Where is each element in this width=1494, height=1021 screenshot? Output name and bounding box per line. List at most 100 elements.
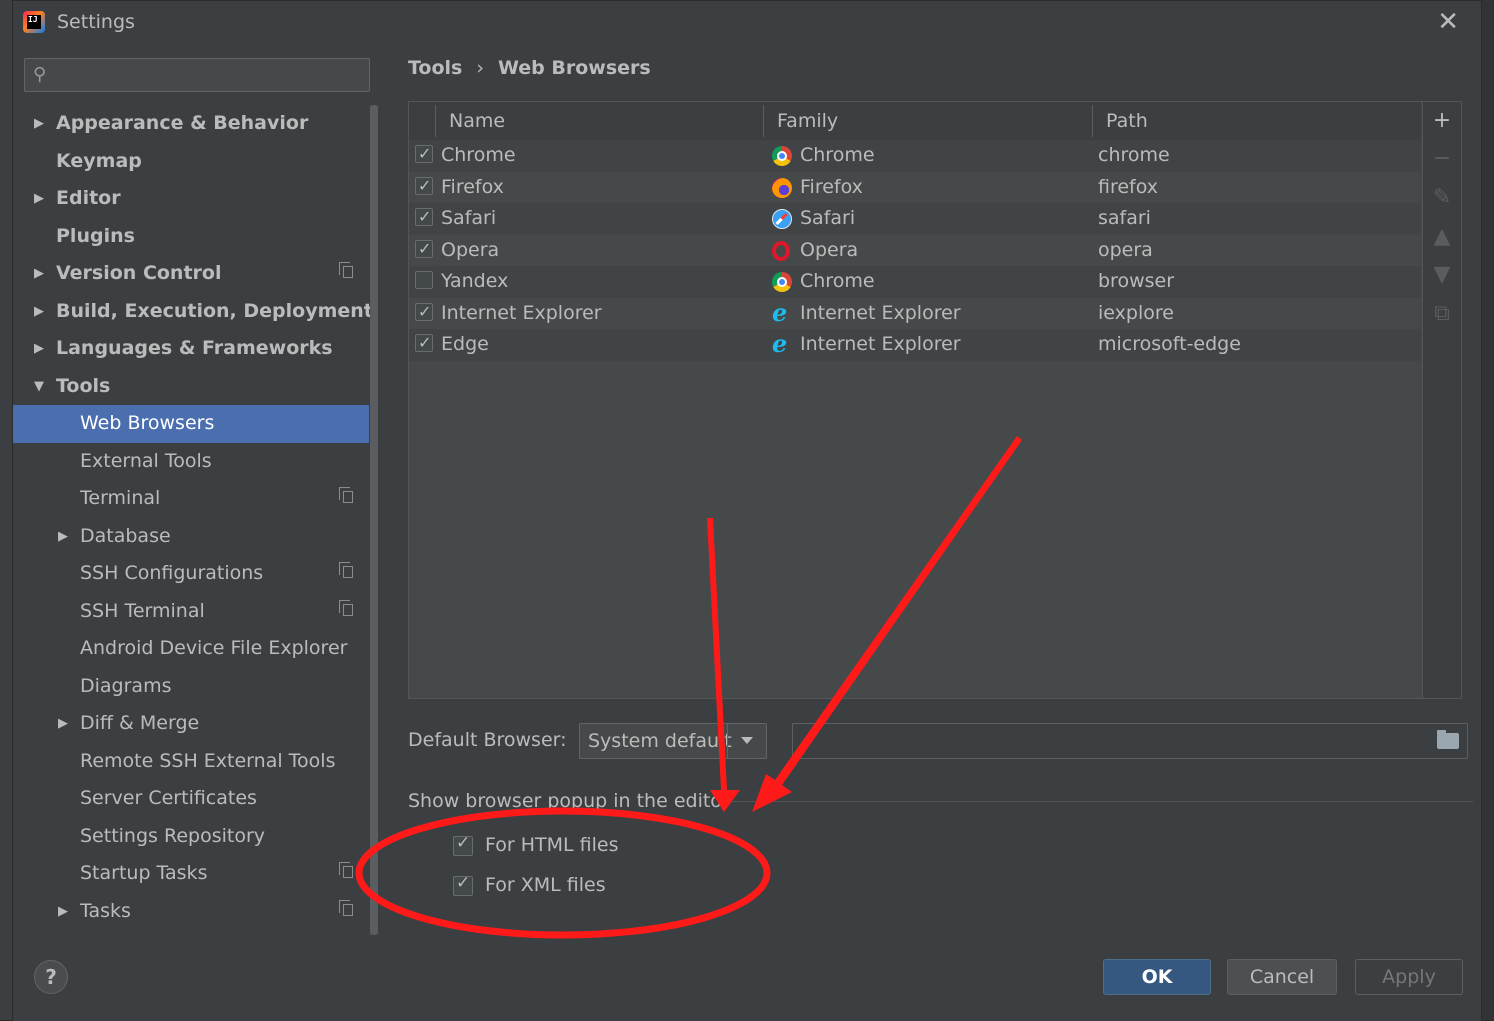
settings-search-input[interactable]: ⚲ <box>24 58 370 92</box>
browser-path-cell[interactable]: browser <box>1098 266 1174 298</box>
sidebar-item-startup-tasks[interactable]: Startup Tasks <box>13 855 369 893</box>
collapsed-arrow-icon[interactable]: ▶ <box>34 293 44 331</box>
collapsed-arrow-icon[interactable]: ▶ <box>58 518 68 556</box>
scrollbar-thumb[interactable] <box>370 105 378 935</box>
sidebar-item-languages-frameworks[interactable]: ▶ Languages & Frameworks <box>13 330 369 368</box>
sidebar-item-external-tools[interactable]: External Tools <box>13 443 369 481</box>
title-bar: IJ Settings ✕ <box>13 1 1481 43</box>
xml-files-label[interactable]: For XML files <box>485 874 606 896</box>
cancel-button[interactable]: Cancel <box>1227 959 1337 995</box>
browser-family-cell[interactable]: Chrome <box>800 266 875 298</box>
move-down-icon[interactable]: ▼ <box>1423 262 1461 287</box>
sidebar-item-web-browsers[interactable]: Web Browsers <box>13 405 369 443</box>
table-row[interactable]: Safari Safari safari <box>409 201 1421 235</box>
row-enabled-checkbox[interactable] <box>415 296 433 327</box>
edit-icon[interactable]: ✎ <box>1423 185 1461 210</box>
browser-path-cell[interactable]: firefox <box>1098 172 1158 204</box>
browser-path-cell[interactable]: chrome <box>1098 140 1170 172</box>
column-header-name[interactable]: Name <box>449 102 505 140</box>
collapsed-arrow-icon[interactable]: ▶ <box>34 330 44 368</box>
apply-button[interactable]: Apply <box>1355 959 1463 995</box>
sidebar-scrollbar[interactable] <box>370 105 378 935</box>
table-row[interactable]: Chrome Chrome chrome <box>409 138 1421 172</box>
browser-name-cell[interactable]: Opera <box>441 235 499 267</box>
intellij-logo-icon: IJ <box>23 11 45 33</box>
settings-dialog: IJ Settings ✕ ⚲ ▶ Appearance & Behavior Ke… <box>12 0 1482 1021</box>
column-divider <box>435 105 436 137</box>
row-enabled-checkbox[interactable] <box>415 170 433 201</box>
browser-path-cell[interactable]: microsoft-edge <box>1098 329 1241 361</box>
expanded-arrow-icon[interactable]: ▼ <box>34 368 44 406</box>
sidebar-item-database[interactable]: ▶ Database <box>13 518 369 556</box>
sidebar-item-label: Startup Tasks <box>80 862 208 884</box>
row-enabled-checkbox[interactable] <box>415 271 433 289</box>
html-files-checkbox[interactable] <box>453 833 473 856</box>
settings-sidebar: ⚲ ▶ Appearance & Behavior Keymap ▶ Editor Plu… <box>13 43 381 939</box>
sidebar-item-keymap[interactable]: Keymap <box>13 143 369 181</box>
add-icon[interactable]: + <box>1423 108 1461 133</box>
sidebar-item-tools[interactable]: ▼ Tools <box>13 368 369 406</box>
browser-path-cell[interactable]: safari <box>1098 203 1151 235</box>
move-up-icon[interactable]: ▲ <box>1423 224 1461 249</box>
row-enabled-checkbox[interactable] <box>415 138 433 170</box>
browser-family-cell[interactable]: Opera <box>800 235 858 267</box>
browser-name-cell[interactable]: Chrome <box>441 140 516 172</box>
sidebar-item-tasks[interactable]: ▶ Tasks <box>13 893 369 931</box>
xml-files-checkbox[interactable] <box>453 873 473 896</box>
sidebar-item-ssh-configurations[interactable]: SSH Configurations <box>13 555 369 593</box>
chevron-down-icon[interactable] <box>727 724 766 758</box>
browser-path-field[interactable] <box>792 723 1468 759</box>
browser-family-cell[interactable]: Internet Explorer <box>800 298 961 330</box>
remove-icon[interactable]: − <box>1423 146 1461 171</box>
column-header-path[interactable]: Path <box>1106 102 1148 140</box>
sidebar-item-appearance-behavior[interactable]: ▶ Appearance & Behavior <box>13 105 369 143</box>
table-row[interactable]: Yandex Chrome browser <box>409 266 1421 298</box>
table-row[interactable]: Edge e Internet Explorer microsoft-edge <box>409 327 1421 361</box>
sidebar-item-build-execution-deployment[interactable]: ▶ Build, Execution, Deployment <box>13 293 373 331</box>
browser-name-cell[interactable]: Edge <box>441 329 489 361</box>
sidebar-item-plugins[interactable]: Plugins <box>13 218 369 256</box>
row-enabled-checkbox[interactable] <box>415 233 433 264</box>
sidebar-item-diff-merge[interactable]: ▶ Diff & Merge <box>13 705 369 743</box>
sidebar-item-server-certificates[interactable]: Server Certificates <box>13 780 369 818</box>
sidebar-item-version-control[interactable]: ▶ Version Control <box>13 255 369 293</box>
browser-family-cell[interactable]: Safari <box>800 203 855 235</box>
help-button[interactable]: ? <box>34 960 68 994</box>
sidebar-item-android-device-file-explorer[interactable]: Android Device File Explorer <box>13 630 369 668</box>
table-row[interactable]: Firefox Firefox firefox <box>409 170 1421 204</box>
browser-family-cell[interactable]: Internet Explorer <box>800 329 961 361</box>
table-row[interactable]: Internet Explorer e Internet Explorer iexpl… <box>409 296 1421 330</box>
collapsed-arrow-icon[interactable]: ▶ <box>34 105 44 143</box>
sidebar-item-terminal[interactable]: Terminal <box>13 480 369 518</box>
column-header-family[interactable]: Family <box>777 102 838 140</box>
collapsed-arrow-icon[interactable]: ▶ <box>58 893 68 931</box>
group-divider <box>721 801 1473 802</box>
ok-button[interactable]: OK <box>1103 959 1211 995</box>
browser-path-cell[interactable]: iexplore <box>1098 298 1174 330</box>
table-row[interactable]: Opera Opera opera <box>409 233 1421 267</box>
close-icon[interactable]: ✕ <box>1437 9 1459 35</box>
html-files-label[interactable]: For HTML files <box>485 834 618 856</box>
sidebar-item-diagrams[interactable]: Diagrams <box>13 668 369 706</box>
sidebar-item-editor[interactable]: ▶ Editor <box>13 180 369 218</box>
default-browser-select[interactable]: System default <box>579 723 767 759</box>
browser-name-cell[interactable]: Firefox <box>441 172 504 204</box>
ie-icon: e <box>772 329 788 358</box>
sidebar-item-label: Database <box>80 524 171 547</box>
browser-name-cell[interactable]: Yandex <box>441 266 508 298</box>
browser-family-cell[interactable]: Chrome <box>800 140 875 172</box>
browser-family-cell[interactable]: Firefox <box>800 172 863 204</box>
row-enabled-checkbox[interactable] <box>415 201 433 233</box>
folder-icon[interactable] <box>1437 730 1459 749</box>
row-enabled-checkbox[interactable] <box>415 327 433 359</box>
copy-icon[interactable]: ⧉ <box>1423 301 1461 326</box>
sidebar-item-ssh-terminal[interactable]: SSH Terminal <box>13 593 369 631</box>
browser-path-cell[interactable]: opera <box>1098 235 1153 267</box>
collapsed-arrow-icon[interactable]: ▶ <box>58 705 68 743</box>
browser-name-cell[interactable]: Internet Explorer <box>441 298 602 330</box>
browser-name-cell[interactable]: Safari <box>441 203 496 235</box>
sidebar-item-remote-ssh-external-tools[interactable]: Remote SSH External Tools <box>13 743 369 781</box>
sidebar-item-settings-repository[interactable]: Settings Repository <box>13 818 369 856</box>
collapsed-arrow-icon[interactable]: ▶ <box>34 180 44 218</box>
collapsed-arrow-icon[interactable]: ▶ <box>34 255 44 293</box>
